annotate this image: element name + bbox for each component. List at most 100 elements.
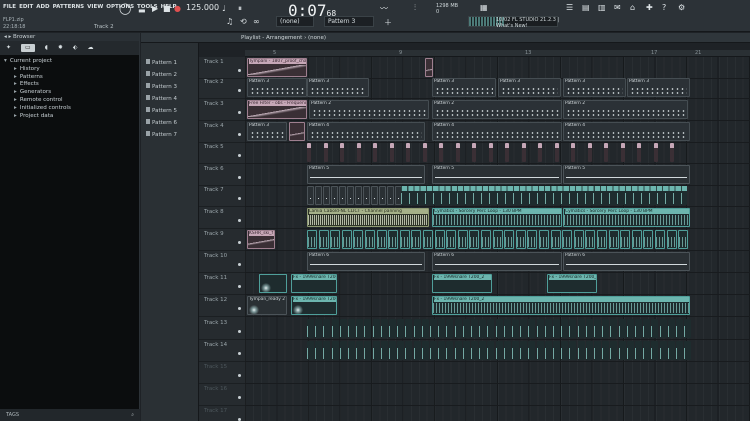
playlist-clip[interactable] xyxy=(667,319,675,338)
playlist-clip[interactable] xyxy=(651,319,659,338)
playlist-clip[interactable] xyxy=(550,230,561,249)
playlist-clip[interactable] xyxy=(659,341,667,360)
menu-file[interactable]: FILE xyxy=(3,4,16,10)
track-mute-led[interactable] xyxy=(238,219,241,223)
playlist-clip[interactable] xyxy=(421,341,429,360)
playlist-clip[interactable] xyxy=(406,143,410,162)
playlist-clip[interactable] xyxy=(364,319,372,338)
track-mute-led[interactable] xyxy=(238,307,241,311)
playlist-clip[interactable] xyxy=(594,319,601,338)
playlist-clip[interactable] xyxy=(413,341,421,360)
playlist-clip[interactable] xyxy=(471,341,478,360)
track-mute-led[interactable] xyxy=(238,197,241,201)
playlist-clip[interactable] xyxy=(355,186,362,205)
playlist-clip[interactable] xyxy=(479,341,487,360)
playlist-clip[interactable] xyxy=(643,319,651,338)
playlist-clip[interactable] xyxy=(536,319,544,338)
power-icon[interactable]: ◯ xyxy=(119,2,131,15)
track-header[interactable]: Track 15 xyxy=(199,362,245,384)
playlist-clip[interactable] xyxy=(539,230,549,249)
search-icon[interactable]: ⌕ xyxy=(131,412,134,418)
track-header[interactable]: Track 2 xyxy=(199,77,245,99)
playlist-clip[interactable] xyxy=(643,230,654,249)
playlist-clip[interactable] xyxy=(666,230,677,249)
track-mute-led[interactable] xyxy=(238,154,241,158)
picker-pattern[interactable]: Pattern 1 xyxy=(143,57,197,67)
playlist-clip[interactable]: Pattern 2 xyxy=(563,100,688,119)
metronome-icon[interactable]: ♩ xyxy=(222,4,226,13)
menu-add[interactable]: ADD xyxy=(36,4,49,10)
playlist-clip[interactable]: Pattern 6 xyxy=(307,252,425,271)
playlist-clip[interactable] xyxy=(405,319,413,338)
playlist-clip[interactable] xyxy=(602,319,610,338)
cloud-tab-icon[interactable]: ☁ xyxy=(88,44,94,52)
playlist-clip[interactable] xyxy=(536,341,544,360)
menu-patterns[interactable]: PATTERNS xyxy=(53,4,85,10)
playlist-clip[interactable] xyxy=(488,143,493,162)
playlist-clip[interactable] xyxy=(620,143,625,162)
track-mute-led[interactable] xyxy=(238,176,241,180)
stop-button[interactable]: ■ xyxy=(163,4,171,13)
playlist-clip[interactable] xyxy=(373,143,377,162)
playlist-clip[interactable] xyxy=(608,230,619,249)
playlist-clip[interactable]: Tympan_ready 2 xyxy=(247,296,287,315)
piano-roll-icon[interactable]: ▤ xyxy=(582,3,590,12)
picker-pattern[interactable]: Pattern 2 xyxy=(143,69,197,79)
folder-tab-icon[interactable]: ▭ xyxy=(21,44,35,52)
master-volume-icon[interactable]: ⫶ xyxy=(414,3,416,13)
picker-pattern[interactable]: Pattern 7 xyxy=(143,129,197,139)
playlist-clip[interactable]: Pattern 2 xyxy=(432,100,562,119)
track-header[interactable]: Track 16 xyxy=(199,384,245,406)
track-header[interactable]: Track 12 xyxy=(199,295,245,317)
tempo-display[interactable]: 125.000 xyxy=(186,3,219,12)
playlist-clip[interactable] xyxy=(339,186,346,205)
playlist-clip[interactable] xyxy=(397,319,405,338)
playlist-clip[interactable] xyxy=(339,341,347,360)
track-mute-led[interactable] xyxy=(238,285,241,289)
playlist-clip[interactable] xyxy=(495,319,503,338)
playlist-clip[interactable] xyxy=(259,274,287,293)
playlist-clip[interactable] xyxy=(653,143,658,162)
playlist-clip[interactable] xyxy=(538,143,542,162)
playlist-clip[interactable] xyxy=(405,341,413,360)
playlist-clip[interactable] xyxy=(454,319,462,338)
playlist-clip[interactable] xyxy=(577,319,585,338)
track-lane[interactable] xyxy=(245,57,750,79)
playlist-clip[interactable]: Pattern 3 xyxy=(247,78,307,97)
playlist-clip[interactable] xyxy=(626,319,634,338)
playlist-clip[interactable] xyxy=(401,186,687,205)
playlist-clip[interactable] xyxy=(585,319,593,338)
mixer-icon[interactable]: ▦ xyxy=(480,3,488,12)
playlist-clip[interactable] xyxy=(430,319,437,338)
browser-tree-item[interactable]: ▸ Initialized controls xyxy=(4,105,135,113)
playlist-clip[interactable]: Pattern 3 xyxy=(627,78,690,97)
playlist-clip[interactable] xyxy=(635,341,642,360)
track-mute-led[interactable] xyxy=(238,89,241,93)
playlist-clip[interactable] xyxy=(635,319,642,338)
playlist-icon[interactable]: ☰ xyxy=(566,3,573,12)
playlist-clip[interactable] xyxy=(469,230,480,249)
playlist-clip[interactable] xyxy=(340,143,344,162)
play-button[interactable]: ▶ xyxy=(152,4,158,13)
track-mute-led[interactable] xyxy=(238,69,241,73)
playlist-clip[interactable]: Pattern 3 xyxy=(307,78,369,97)
playlist-clip[interactable] xyxy=(503,341,511,360)
playlist-clip[interactable] xyxy=(315,186,322,205)
playlist-clip[interactable] xyxy=(521,143,526,162)
playlist-clip[interactable] xyxy=(597,230,607,249)
playlist-clip[interactable] xyxy=(479,319,487,338)
back-icon[interactable]: ✦ xyxy=(6,44,11,52)
star-tab-icon[interactable]: ✸ xyxy=(58,44,63,52)
loop-icon[interactable]: ⟲ xyxy=(240,17,247,26)
playlist-clip[interactable] xyxy=(331,341,339,360)
playlist-clip[interactable] xyxy=(561,319,569,338)
playlist-clip[interactable] xyxy=(684,341,692,360)
playlist-clip[interactable] xyxy=(528,319,536,338)
playlist-clip[interactable] xyxy=(512,319,519,338)
playlist-clip[interactable]: Cymatics - Sorcery Perc Loop - 130 BPM xyxy=(563,208,690,227)
playlist-clip[interactable] xyxy=(323,186,330,205)
playlist-clip[interactable]: Fx - 1999snare T200_2 xyxy=(547,274,597,293)
playlist-clip[interactable] xyxy=(462,319,470,338)
track-lane[interactable] xyxy=(245,406,750,421)
playlist-clip[interactable]: Pattern 4 xyxy=(432,122,562,141)
